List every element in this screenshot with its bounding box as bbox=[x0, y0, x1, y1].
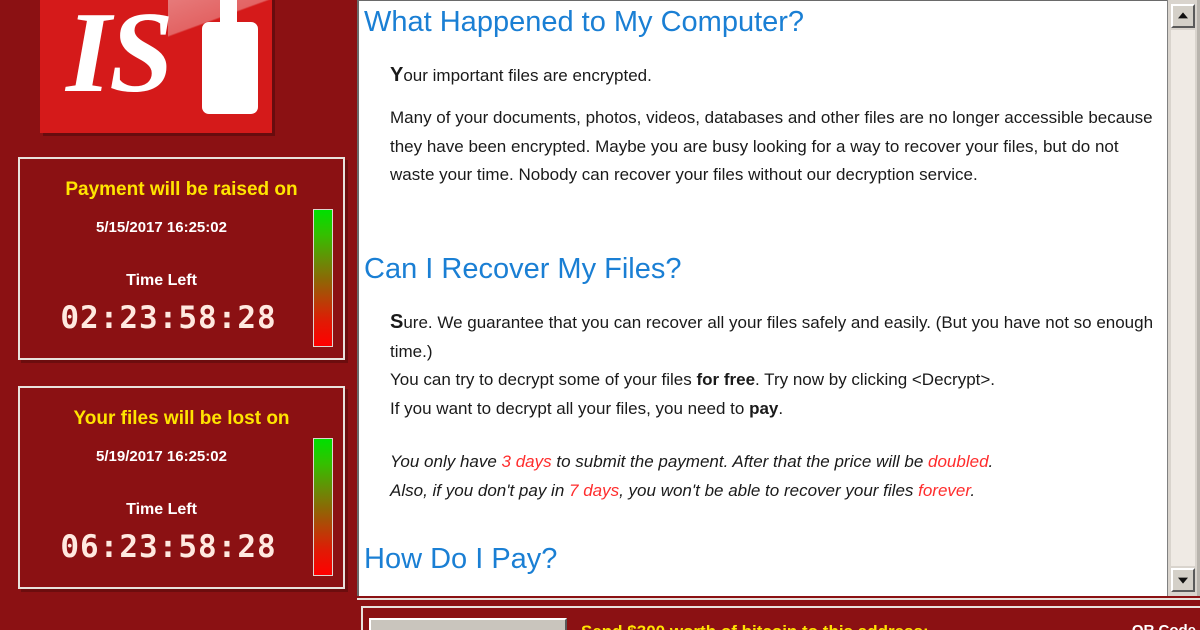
time-left-label: Time Left bbox=[126, 501, 197, 518]
pay-text-post: . bbox=[778, 398, 784, 418]
app-logo: IS bbox=[40, 0, 272, 133]
vertical-scrollbar[interactable] bbox=[1167, 0, 1200, 596]
padlock-body bbox=[202, 22, 258, 114]
ransomware-window: IS Payment will be raised on 5/15/2017 1… bbox=[0, 0, 1200, 630]
ransom-note-pane: What Happened to My Computer? Your impor… bbox=[357, 0, 1182, 596]
bitcoin-instruction-label: Send $300 worth of bitcoin to this addre… bbox=[581, 622, 929, 630]
payment-raise-timer-panel: Payment will be raised on 5/15/2017 16:2… bbox=[18, 157, 345, 360]
warning-doubled: doubled bbox=[928, 452, 989, 471]
chevron-down-icon bbox=[1178, 577, 1188, 584]
paragraph-files-encrypted: Your important files are encrypted. bbox=[390, 61, 1150, 91]
free-decrypt-text-pre: You can try to decrypt some of your file… bbox=[390, 370, 697, 389]
payment-bar: Send $300 worth of bitcoin to this addre… bbox=[357, 598, 1200, 630]
timer-date: 5/19/2017 16:25:02 bbox=[96, 448, 227, 465]
timer-date: 5/15/2017 16:25:02 bbox=[96, 219, 227, 236]
recovery-guarantee-text: ure. We guarantee that you can recover a… bbox=[390, 313, 1154, 361]
timer-title: Payment will be raised on bbox=[65, 179, 298, 200]
paragraph-deadline-warning: You only have 3 days to submit the payme… bbox=[390, 448, 1165, 505]
warning-3-days: 3 days bbox=[501, 452, 552, 471]
countdown-display: 06:23:58:28 bbox=[32, 530, 305, 564]
warning-line2-post: . bbox=[970, 480, 976, 500]
bitcoin-address-field[interactable] bbox=[369, 618, 567, 630]
countdown-display: 02:23:58:28 bbox=[32, 301, 305, 335]
urgency-gradient-bar bbox=[313, 209, 333, 347]
scrollbar-track[interactable] bbox=[1171, 30, 1195, 566]
files-lost-timer-panel: Your files will be lost on 5/19/2017 16:… bbox=[18, 386, 345, 589]
left-sidebar: IS Payment will be raised on 5/15/2017 1… bbox=[0, 0, 355, 630]
heading-what-happened: What Happened to My Computer? bbox=[364, 6, 805, 38]
warning-line1-pre: You only have bbox=[390, 452, 502, 471]
qr-code-label: QR Code bbox=[1132, 622, 1196, 630]
dropcap: S bbox=[390, 311, 404, 333]
warning-line2-pre: Also, if you don't pay in bbox=[390, 480, 570, 500]
free-decrypt-text-post: . Try now by clicking <Decrypt>. bbox=[755, 370, 996, 389]
heading-can-i-recover: Can I Recover My Files? bbox=[364, 253, 682, 285]
timer-title: Your files will be lost on bbox=[73, 408, 290, 429]
payment-bar-inner: Send $300 worth of bitcoin to this addre… bbox=[361, 606, 1200, 630]
warning-forever: forever bbox=[918, 480, 971, 500]
chevron-up-icon bbox=[1178, 12, 1188, 19]
pay-emphasis: pay bbox=[749, 398, 779, 418]
scroll-down-button[interactable] bbox=[1171, 568, 1195, 592]
dropcap: Y bbox=[390, 64, 404, 86]
warning-7-days: 7 days bbox=[569, 480, 620, 500]
pay-text-pre: If you want to decrypt all your files, y… bbox=[390, 398, 750, 418]
urgency-gradient-bar bbox=[313, 438, 333, 576]
free-decrypt-emphasis: for free bbox=[696, 370, 756, 389]
heading-how-do-i-pay: How Do I Pay? bbox=[364, 543, 558, 575]
paragraph-explanation: Many of your documents, photos, videos, … bbox=[390, 108, 1153, 184]
warning-line1-mid: to submit the payment. After that the pr… bbox=[551, 452, 929, 471]
time-left-label: Time Left bbox=[126, 272, 197, 289]
logo-text: IS bbox=[66, 0, 174, 117]
paragraph-recovery-terms: Sure. We guarantee that you can recover … bbox=[390, 308, 1165, 423]
padlock-icon bbox=[202, 0, 258, 118]
warning-line1-post: . bbox=[988, 452, 994, 471]
bottom-left-filler bbox=[0, 598, 357, 630]
paragraph-text: our important files are encrypted. bbox=[403, 66, 652, 85]
scroll-up-button[interactable] bbox=[1171, 4, 1195, 28]
warning-line2-mid: , you won't be able to recover your file… bbox=[619, 480, 919, 500]
